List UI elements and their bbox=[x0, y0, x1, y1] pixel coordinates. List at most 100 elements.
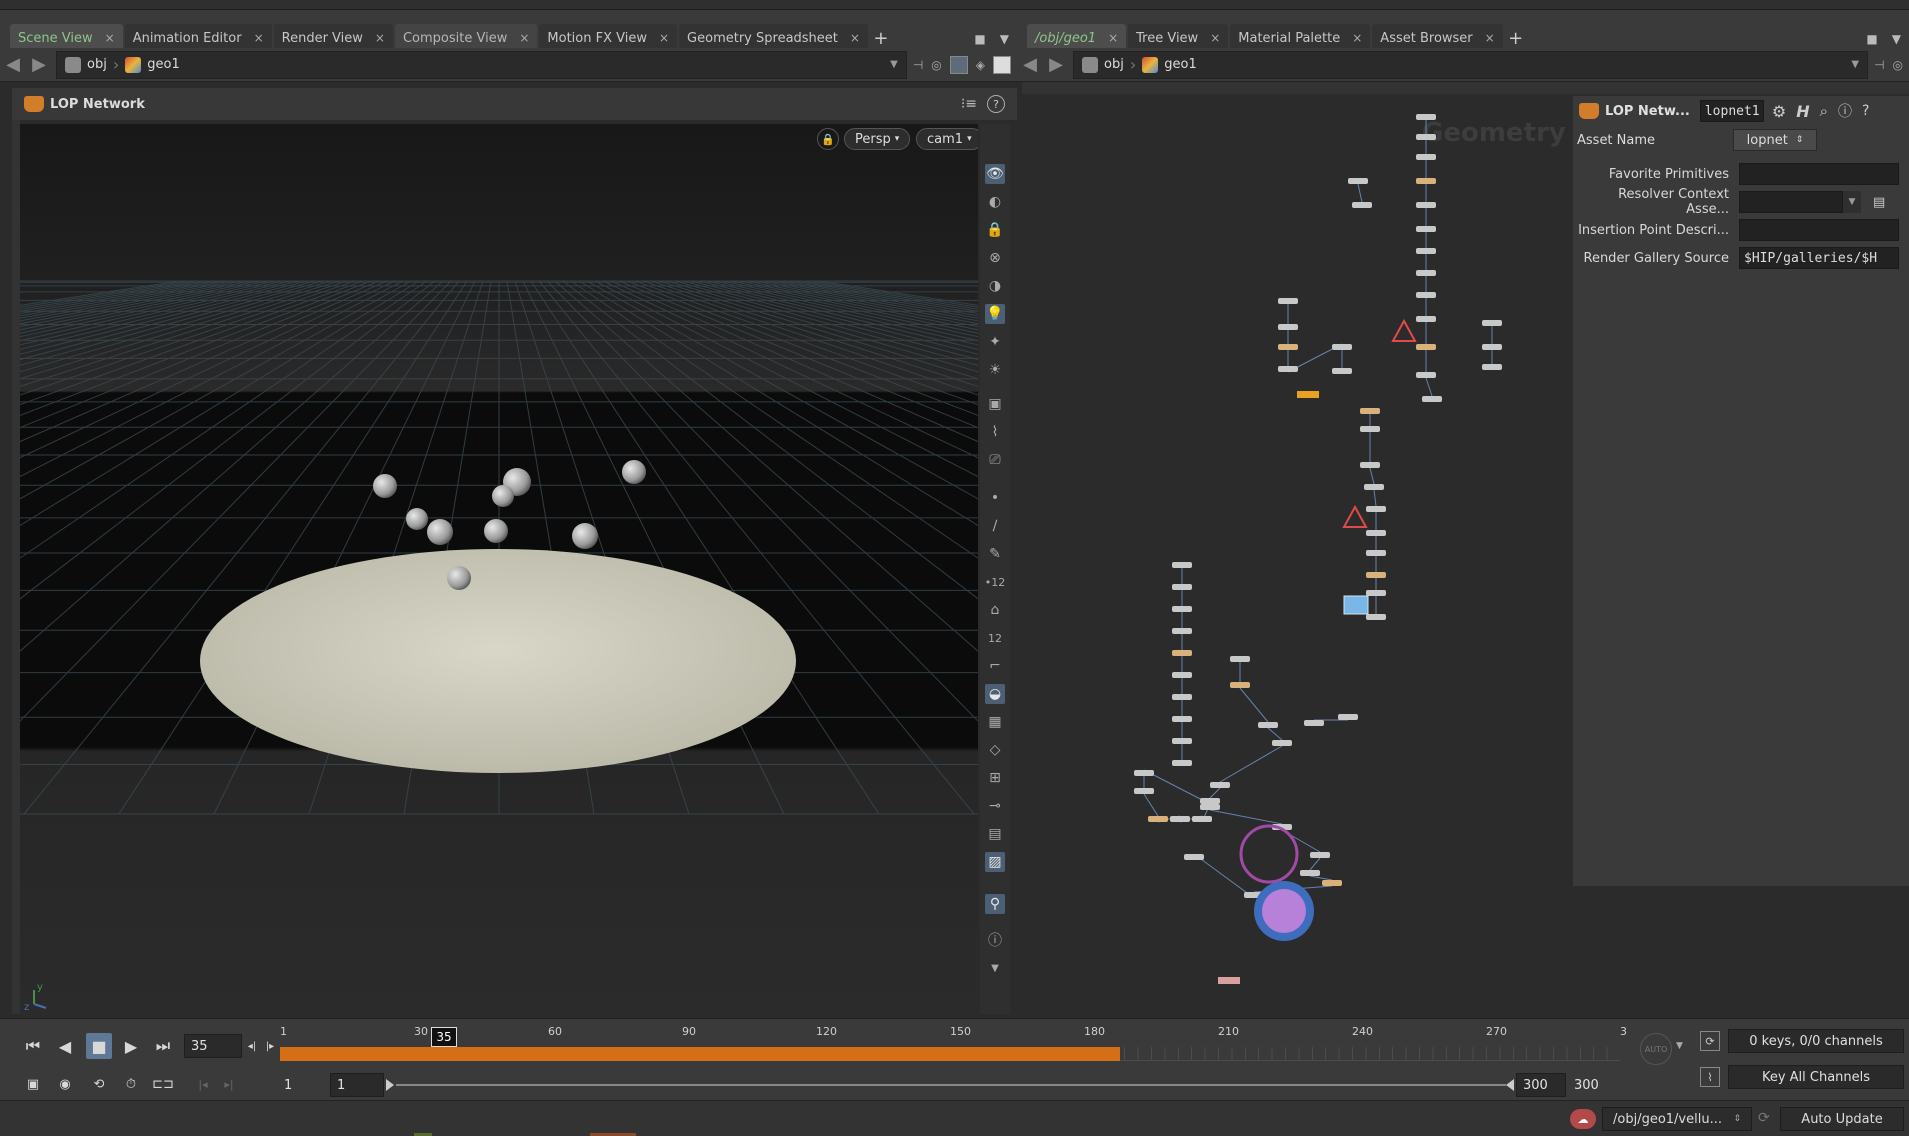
network-node[interactable] bbox=[1360, 462, 1380, 468]
network-node[interactable] bbox=[1192, 816, 1212, 822]
output-node[interactable] bbox=[1218, 977, 1240, 984]
network-node[interactable] bbox=[1364, 484, 1384, 490]
forward-arrow-icon[interactable]: ▶ bbox=[1043, 52, 1069, 78]
key-all-channels-button[interactable]: Key All Channels bbox=[1728, 1065, 1904, 1089]
network-node[interactable] bbox=[1300, 870, 1320, 876]
network-node[interactable] bbox=[1258, 722, 1278, 728]
range-start-icon[interactable]: |◂ bbox=[190, 1071, 216, 1097]
range-start-field[interactable]: 1 bbox=[278, 1073, 328, 1097]
network-node[interactable] bbox=[1416, 178, 1436, 184]
close-icon[interactable]: × bbox=[254, 31, 264, 45]
persp-menu[interactable]: Persp ▾ bbox=[844, 128, 911, 150]
display-options-icon[interactable]: ⁝≡ bbox=[961, 96, 977, 112]
network-node[interactable] bbox=[1170, 816, 1190, 822]
audio-icon[interactable]: ◉ bbox=[52, 1071, 78, 1097]
current-frame-marker[interactable]: 35 bbox=[431, 1027, 457, 1047]
pane-menu-icon[interactable]: ■ bbox=[974, 32, 985, 46]
headlight-icon[interactable]: ☀ bbox=[985, 360, 1005, 380]
camera-menu[interactable]: cam1 ▾ bbox=[916, 128, 978, 150]
back-arrow-icon[interactable]: ◀ bbox=[1017, 52, 1043, 78]
jump-end-icon[interactable]: ⏭ bbox=[150, 1033, 176, 1059]
network-node[interactable] bbox=[1278, 298, 1298, 304]
display-options-icon[interactable] bbox=[949, 55, 968, 74]
ghost-icon[interactable]: ◐ bbox=[985, 192, 1005, 212]
network-node[interactable] bbox=[1416, 154, 1436, 160]
close-icon[interactable]: × bbox=[850, 31, 860, 45]
network-node[interactable] bbox=[1416, 226, 1436, 232]
stop-icon[interactable]: ■ bbox=[86, 1033, 112, 1059]
wireframe-icon[interactable]: ◒ bbox=[985, 684, 1005, 704]
prim-numbers-icon[interactable]: 12 bbox=[985, 628, 1005, 648]
network-node[interactable] bbox=[1416, 292, 1436, 298]
chevron-down-icon[interactable]: ▼ bbox=[985, 958, 1005, 978]
timeline-ruler[interactable]: 1 30 60 90 120 150 180 210 240 270 3 35 bbox=[280, 1025, 1627, 1065]
brain-icon[interactable]: ☁ bbox=[1570, 1109, 1596, 1129]
close-icon[interactable]: × bbox=[659, 31, 669, 45]
link-icon[interactable]: ◎ bbox=[1893, 58, 1903, 72]
current-frame-field[interactable]: 35 bbox=[184, 1034, 242, 1058]
network-node[interactable] bbox=[1332, 368, 1352, 374]
status-path-field[interactable]: /obj/geo1/vellu... ⇕ bbox=[1602, 1107, 1752, 1131]
real-time-icon[interactable]: ▣ bbox=[20, 1071, 46, 1097]
network-node[interactable] bbox=[1416, 316, 1436, 322]
network-node[interactable] bbox=[1416, 248, 1436, 254]
asset-name-menu[interactable]: lopnet ⇕ bbox=[1733, 129, 1817, 151]
play-reverse-icon[interactable]: ◀ bbox=[52, 1033, 78, 1059]
chevron-down-icon[interactable]: ▼ bbox=[1851, 59, 1859, 70]
loop-icon[interactable]: ⟲ bbox=[86, 1071, 112, 1097]
forward-arrow-icon[interactable]: ▶ bbox=[26, 52, 52, 78]
range-end-icon[interactable]: ▸| bbox=[216, 1071, 242, 1097]
pin-icon[interactable]: ⊣ bbox=[1874, 58, 1884, 72]
network-node[interactable] bbox=[1348, 178, 1368, 184]
range-start-handle[interactable] bbox=[386, 1079, 394, 1091]
network-node[interactable] bbox=[1360, 426, 1380, 432]
step-forward-icon[interactable]: |▸ bbox=[262, 1033, 278, 1059]
node-name-field[interactable]: lopnet1 bbox=[1699, 100, 1764, 122]
network-node[interactable] bbox=[1416, 270, 1436, 276]
network-node[interactable] bbox=[1304, 720, 1324, 726]
breadcrumb-obj[interactable]: obj bbox=[65, 56, 107, 73]
network-node[interactable] bbox=[1322, 880, 1342, 886]
breadcrumb-obj[interactable]: obj bbox=[1082, 56, 1124, 73]
chevron-down-icon[interactable]: ▼ bbox=[1843, 191, 1861, 213]
chevron-down-icon[interactable]: ▼ bbox=[1000, 32, 1009, 46]
update-mode-menu[interactable]: Auto Update bbox=[1780, 1107, 1904, 1131]
insertion-point-field[interactable] bbox=[1739, 219, 1899, 241]
network-node[interactable] bbox=[1338, 714, 1358, 720]
gear-icon[interactable]: ⚙ bbox=[1772, 102, 1786, 121]
breadcrumb-geo1[interactable]: geo1 bbox=[1142, 56, 1197, 73]
pen-icon[interactable]: ✎ bbox=[985, 544, 1005, 564]
network-node[interactable] bbox=[1482, 364, 1502, 370]
lock-camera-icon[interactable]: 🔒 bbox=[817, 128, 839, 150]
favorite-primitives-field[interactable] bbox=[1739, 163, 1899, 185]
network-node[interactable] bbox=[1172, 694, 1192, 700]
network-node[interactable] bbox=[1278, 344, 1298, 350]
network-node[interactable] bbox=[1482, 344, 1502, 350]
chevron-down-icon[interactable]: ▼ bbox=[1676, 1041, 1683, 1051]
key-channels-icon[interactable]: ⌇ bbox=[1700, 1067, 1720, 1087]
network-node[interactable] bbox=[1360, 408, 1380, 414]
checker-icon[interactable]: ▦ bbox=[985, 712, 1005, 732]
help-icon[interactable]: ? bbox=[1862, 103, 1869, 119]
help-icon[interactable]: ? bbox=[987, 95, 1005, 113]
camera-icon[interactable]: ⎚ bbox=[985, 450, 1005, 470]
network-node[interactable] bbox=[1172, 606, 1192, 612]
search-icon[interactable]: ⌕ bbox=[1820, 102, 1828, 120]
network-node[interactable] bbox=[1210, 782, 1230, 788]
breadcrumb-geo1[interactable]: geo1 bbox=[125, 56, 180, 73]
network-node[interactable] bbox=[1200, 798, 1220, 804]
refresh-icon[interactable]: ⟳ bbox=[1758, 1110, 1770, 1126]
close-circle-icon[interactable]: ⊗ bbox=[985, 248, 1005, 268]
clock-icon[interactable]: ⏱ bbox=[118, 1071, 144, 1097]
render-gallery-source-field[interactable]: $HIP/galleries/$H bbox=[1739, 247, 1899, 269]
chevron-down-icon[interactable]: ▼ bbox=[890, 59, 898, 70]
play-icon[interactable]: ▶ bbox=[118, 1033, 144, 1059]
network-node[interactable] bbox=[1172, 584, 1192, 590]
step-back-icon[interactable]: ◂| bbox=[244, 1033, 260, 1059]
network-node[interactable] bbox=[1172, 628, 1192, 634]
network-node[interactable] bbox=[1200, 804, 1220, 810]
network-node[interactable] bbox=[1416, 114, 1436, 120]
network-node[interactable] bbox=[1230, 682, 1250, 688]
network-node[interactable] bbox=[1366, 550, 1386, 556]
network-node[interactable] bbox=[1416, 344, 1436, 350]
